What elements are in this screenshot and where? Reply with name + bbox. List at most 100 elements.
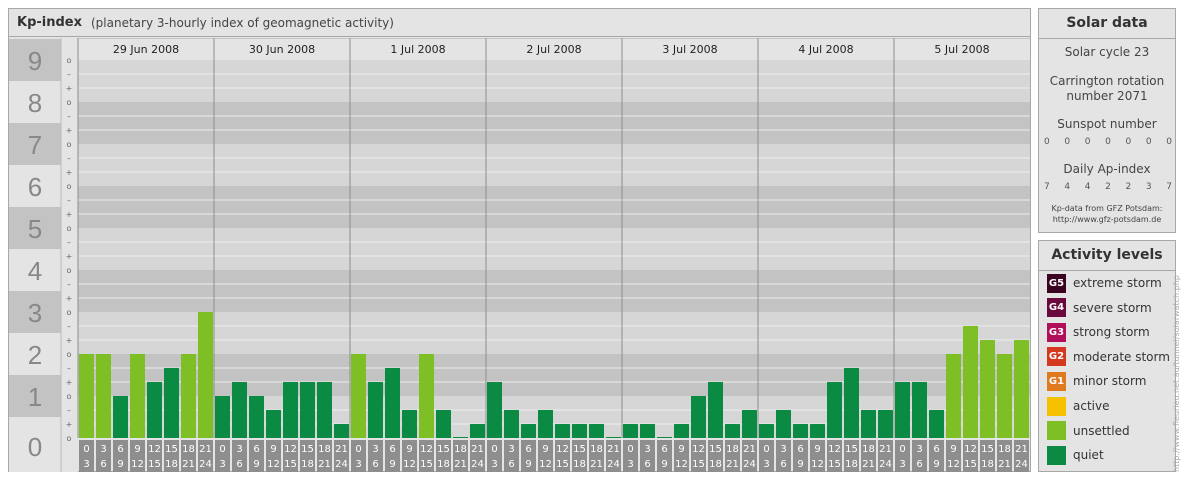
ap-value-2: 4 — [1084, 182, 1091, 192]
interval-start: 3 — [508, 444, 514, 455]
ap-value-5: 3 — [1145, 182, 1152, 192]
band-5 — [78, 186, 1030, 228]
interval-end: 12 — [947, 459, 960, 470]
interval-start: 12 — [420, 444, 433, 455]
day-label-4: 3 Jul 2008 — [662, 43, 717, 56]
interval-start: 15 — [845, 444, 858, 455]
interval-end: 18 — [301, 459, 314, 470]
interval-end: 12 — [811, 459, 824, 470]
legend-label: extreme storm — [1073, 276, 1162, 290]
interval-start: 3 — [780, 444, 786, 455]
level-label-8: 8 — [28, 88, 42, 118]
solar-data-panel: Solar data Solar cycle 23 Carrington rot… — [1038, 8, 1176, 233]
level-label-2: 2 — [28, 340, 42, 370]
legend-item-active: active — [1047, 396, 1109, 416]
level-label-0: 0 — [28, 432, 42, 462]
legend-item-strong-storm: G3 strong storm — [1047, 322, 1150, 342]
kp-bar-1-6 — [317, 382, 332, 438]
kp-bar-0-2 — [113, 396, 128, 438]
interval-start: 12 — [148, 444, 161, 455]
sub-tick: – — [67, 154, 71, 163]
band-1 — [78, 354, 1030, 396]
kp-bar-2-0 — [351, 354, 366, 438]
sunspot-value-0: 0 — [1044, 137, 1050, 147]
kp-title: Kp-index — [17, 15, 82, 30]
level-label-9: 9 — [28, 46, 42, 76]
interval-end: 18 — [981, 459, 994, 470]
interval-end: 24 — [1015, 459, 1028, 470]
kp-bar-4-1 — [640, 424, 655, 438]
interval-start: 18 — [182, 444, 195, 455]
interval-start: 21 — [471, 444, 484, 455]
interval-start: 12 — [828, 444, 841, 455]
sunspot-value-4: 0 — [1125, 137, 1132, 147]
interval-start: 18 — [318, 444, 331, 455]
sub-tick: o — [67, 392, 72, 401]
source-line1: Kp-data from GFZ Potsdam: — [1051, 204, 1163, 213]
day-label-2: 1 Jul 2008 — [390, 43, 445, 56]
legend-swatch: G2 — [1047, 347, 1066, 367]
interval-end: 21 — [454, 459, 467, 470]
interval-start: 9 — [542, 444, 548, 455]
kp-header: Kp-index (planetary 3-hourly index of ge… — [9, 9, 1030, 37]
kp-bar-4-2 — [657, 437, 672, 438]
interval-start: 21 — [335, 444, 348, 455]
sub-tick: o — [67, 224, 72, 233]
interval-start: 18 — [998, 444, 1011, 455]
interval-end: 24 — [335, 459, 348, 470]
kp-bar-6-6 — [997, 354, 1012, 438]
kp-bar-2-3 — [402, 409, 417, 438]
interval-end: 21 — [862, 459, 875, 470]
kp-bar-6-0 — [895, 382, 910, 438]
sub-tick: o — [67, 434, 72, 443]
interval-end: 9 — [389, 459, 395, 470]
ap-value-1: 4 — [1064, 182, 1071, 192]
interval-end: 15 — [556, 459, 569, 470]
interval-start: 0 — [763, 444, 769, 455]
level-label-1: 1 — [28, 382, 42, 412]
kp-bar-1-0 — [215, 396, 230, 438]
legend-label: strong storm — [1073, 325, 1150, 340]
interval-start: 21 — [879, 444, 892, 455]
day-label-6: 5 Jul 2008 — [934, 43, 989, 56]
kp-bar-5-1 — [776, 409, 791, 438]
kp-bar-5-5 — [844, 367, 859, 438]
band-2 — [78, 312, 1030, 354]
sunspot-values: 0 0 0 0 0 0 0 — [1044, 137, 1172, 147]
kp-bar-6-1 — [912, 382, 927, 438]
interval-end: 3 — [491, 459, 497, 470]
interval-start: 21 — [1015, 444, 1028, 455]
kp-bar-0-5 — [164, 367, 179, 438]
interval-end: 18 — [437, 459, 450, 470]
ap-value-3: 2 — [1105, 182, 1111, 192]
interval-start: 15 — [437, 444, 450, 455]
sunspot-label: Sunspot number — [1057, 117, 1157, 131]
legend-label: minor storm — [1073, 374, 1147, 389]
interval-end: 24 — [607, 459, 620, 470]
kp-subtitle: (planetary 3-hourly index of geomagnetic… — [91, 16, 394, 30]
interval-start: 6 — [933, 444, 939, 455]
interval-start: 15 — [573, 444, 586, 455]
kp-bar-5-6 — [861, 409, 876, 438]
level-label-4: 4 — [28, 256, 42, 286]
interval-end: 6 — [508, 459, 514, 470]
kp-bar-3-3 — [538, 409, 553, 438]
sub-tick: + — [66, 210, 73, 219]
interval-start: 6 — [525, 444, 531, 455]
kp-bar-5-2 — [793, 424, 808, 438]
sub-tick: + — [66, 84, 73, 93]
interval-end: 3 — [627, 459, 633, 470]
sunspot-value-6: 0 — [1166, 137, 1172, 147]
interval-end: 3 — [355, 459, 361, 470]
sub-tick: – — [67, 112, 71, 121]
kp-bar-3-7 — [606, 437, 621, 438]
kp-chart: 0123456789o+o+–o+–o+–o+–o+–o+–o+–o+–o–29… — [9, 38, 1030, 472]
sub-tick: o — [67, 266, 72, 275]
kp-bar-4-6 — [725, 424, 740, 438]
solar-data-title: Solar data — [1039, 9, 1175, 39]
interval-start: 3 — [372, 444, 378, 455]
legend-swatch: G5 — [1047, 273, 1066, 293]
band-3 — [78, 270, 1030, 312]
day-label-5: 4 Jul 2008 — [798, 43, 853, 56]
interval-start: 0 — [627, 444, 633, 455]
